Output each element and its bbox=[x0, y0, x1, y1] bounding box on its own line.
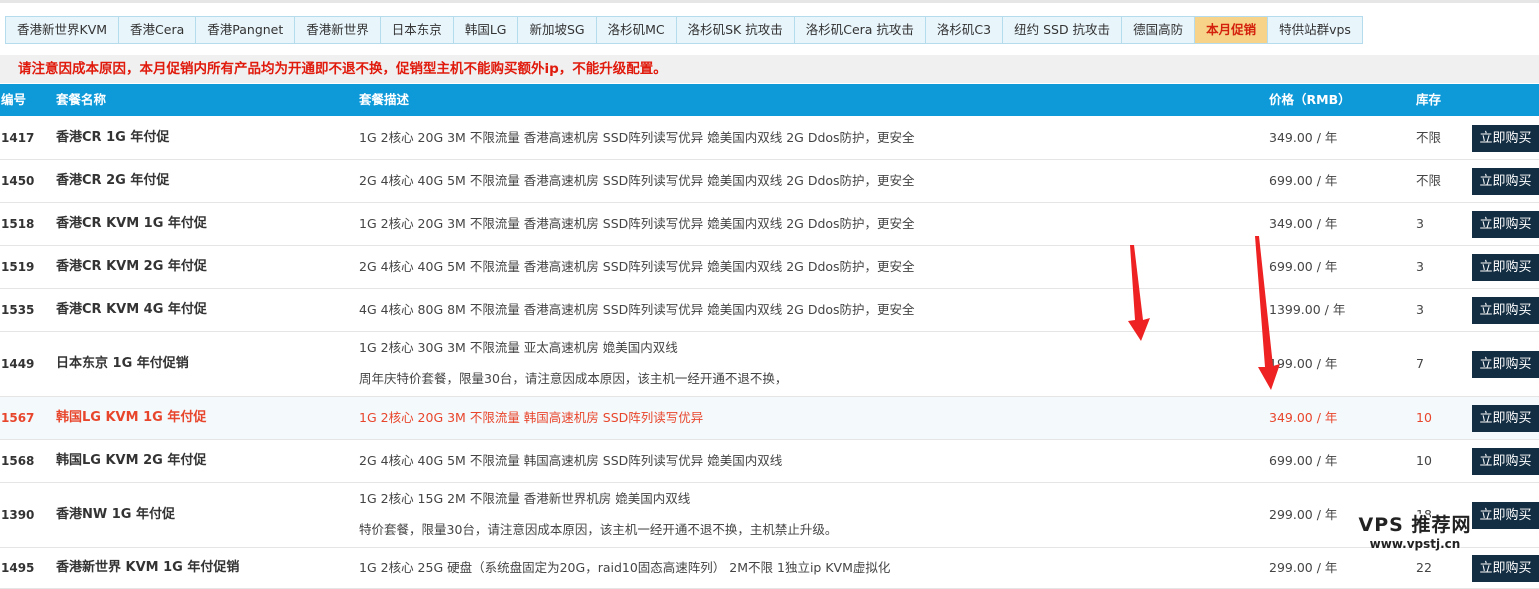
product-id: 1568 bbox=[1, 454, 35, 468]
product-name: 韩国LG KVM 1G 年付促 bbox=[56, 410, 207, 425]
product-name: 香港CR KVM 4G 年付促 bbox=[56, 302, 207, 317]
product-price: 199.00 / 年 bbox=[1269, 356, 1338, 371]
header-stock: 库存 bbox=[1416, 92, 1442, 107]
product-stock: 10 bbox=[1416, 453, 1432, 468]
tab-0[interactable]: 香港新世界KVM bbox=[5, 16, 120, 44]
product-id: 1449 bbox=[1, 357, 35, 371]
table-row: 1417 香港CR 1G 年付促 1G 2核心 20G 3M 不限流量 香港高速机房… bbox=[0, 117, 1539, 160]
product-price: 1399.00 / 年 bbox=[1269, 302, 1346, 317]
tab-1[interactable]: 香港Cera bbox=[119, 16, 197, 44]
scrollbar[interactable] bbox=[1522, 55, 1539, 83]
buy-now-button[interactable]: 立即购买 bbox=[1472, 168, 1539, 195]
table-row: 1567 韩国LG KVM 1G 年付促 1G 2核心 20G 3M 不限流量 韩国… bbox=[0, 397, 1539, 440]
product-stock: 3 bbox=[1416, 216, 1424, 231]
tab-10[interactable]: 洛杉矶C3 bbox=[925, 16, 1004, 44]
tab-14[interactable]: 特供站群vps bbox=[1268, 16, 1363, 44]
header-desc: 套餐描述 bbox=[359, 92, 410, 107]
tab-3[interactable]: 香港新世界 bbox=[295, 16, 381, 44]
tab-9[interactable]: 洛杉矶Cera 抗攻击 bbox=[794, 16, 926, 44]
product-price: 349.00 / 年 bbox=[1269, 410, 1338, 425]
tab-13[interactable]: 本月促销 bbox=[1195, 16, 1269, 44]
product-id: 1518 bbox=[1, 217, 35, 231]
product-desc: 1G 2核心 30G 3M 不限流量 亚太高速机房 嫓美国内双线 bbox=[359, 340, 678, 355]
tab-4[interactable]: 日本东京 bbox=[380, 16, 454, 44]
tab-5[interactable]: 韩国LG bbox=[453, 16, 519, 44]
product-desc-note: 周年庆特价套餐，限量30台，请注意因成本原因，该主机一经开通不退不换， bbox=[359, 371, 788, 386]
product-price: 699.00 / 年 bbox=[1269, 173, 1338, 188]
buy-now-button[interactable]: 立即购买 bbox=[1472, 351, 1539, 378]
buy-now-button[interactable]: 立即购买 bbox=[1472, 405, 1539, 432]
buy-now-button[interactable]: 立即购买 bbox=[1472, 211, 1539, 238]
table-row: 1535 香港CR KVM 4G 年付促 4G 4核心 80G 8M 不限流量 香港… bbox=[0, 289, 1539, 332]
product-price: 349.00 / 年 bbox=[1269, 216, 1338, 231]
header-name: 套餐名称 bbox=[56, 92, 107, 107]
product-desc: 1G 2核心 20G 3M 不限流量 韩国高速机房 SSD阵列读写优异 bbox=[359, 410, 704, 425]
product-desc: 1G 2核心 20G 3M 不限流量 香港高速机房 SSD阵列读写优异 嫓美国内… bbox=[359, 216, 915, 231]
table-row: 1519 香港CR KVM 2G 年付促 2G 4核心 40G 5M 不限流量 香港… bbox=[0, 246, 1539, 289]
header-id: 编号 bbox=[1, 92, 27, 107]
top-border bbox=[0, 0, 1539, 3]
product-desc: 1G 2核心 20G 3M 不限流量 香港高速机房 SSD阵列读写优异 嫓美国内… bbox=[359, 130, 915, 145]
buy-now-button[interactable]: 立即购买 bbox=[1472, 502, 1539, 529]
buy-now-button[interactable]: 立即购买 bbox=[1472, 297, 1539, 324]
product-desc: 1G 2核心 15G 2M 不限流量 香港新世界机房 嫓美国内双线 bbox=[359, 491, 691, 506]
product-price: 699.00 / 年 bbox=[1269, 259, 1338, 274]
buy-now-button[interactable]: 立即购买 bbox=[1472, 448, 1539, 475]
product-id: 1390 bbox=[1, 508, 35, 522]
product-name: 香港CR 1G 年付促 bbox=[56, 130, 170, 145]
product-desc: 4G 4核心 80G 8M 不限流量 香港高速机房 SSD阵列读写优异 嫓美国内… bbox=[359, 302, 915, 317]
table-header: 编号 套餐名称 套餐描述 价格（RMB） 库存 bbox=[0, 84, 1539, 116]
watermark: VPS 推荐网 www.vpstj.cn bbox=[1355, 514, 1475, 552]
product-stock: 7 bbox=[1416, 356, 1424, 371]
region-tabs: 香港新世界KVM 香港Cera 香港Pangnet 香港新世界 日本东京 韩国LG 新加坡S… bbox=[5, 16, 1363, 44]
product-price: 299.00 / 年 bbox=[1269, 507, 1338, 522]
buy-now-button[interactable]: 立即购买 bbox=[1472, 254, 1539, 281]
table-row: 1495 香港新世界 KVM 1G 年付促销 1G 2核心 25G 硬盘（系统盘固定… bbox=[0, 548, 1539, 589]
product-id: 1417 bbox=[1, 131, 35, 145]
product-stock: 3 bbox=[1416, 302, 1424, 317]
product-id: 1450 bbox=[1, 174, 35, 188]
product-name: 香港NW 1G 年付促 bbox=[56, 507, 175, 522]
product-name: 韩国LG KVM 2G 年付促 bbox=[56, 453, 207, 468]
product-name: 香港CR KVM 2G 年付促 bbox=[56, 259, 207, 274]
product-id: 1567 bbox=[1, 411, 35, 425]
tab-7[interactable]: 洛杉矶MC bbox=[596, 16, 677, 44]
table-row: 1518 香港CR KVM 1G 年付促 1G 2核心 20G 3M 不限流量 香港… bbox=[0, 203, 1539, 246]
table-row: 1390 香港NW 1G 年付促 1G 2核心 15G 2M 不限流量 香港新世界机… bbox=[0, 483, 1539, 548]
table-row: 1450 香港CR 2G 年付促 2G 4核心 40G 5M 不限流量 香港高速机房… bbox=[0, 160, 1539, 203]
product-name: 香港CR 2G 年付促 bbox=[56, 173, 170, 188]
product-desc: 2G 4核心 40G 5M 不限流量 香港高速机房 SSD阵列读写优异 嫓美国内… bbox=[359, 173, 915, 188]
tab-11[interactable]: 纽约 SSD 抗攻击 bbox=[1003, 16, 1123, 44]
tab-8[interactable]: 洛杉矶SK 抗攻击 bbox=[676, 16, 795, 44]
product-stock: 10 bbox=[1416, 410, 1432, 425]
product-id: 1519 bbox=[1, 260, 35, 274]
buy-now-button[interactable]: 立即购买 bbox=[1472, 125, 1539, 152]
tab-6[interactable]: 新加坡SG bbox=[518, 16, 597, 44]
promo-notice: 请注意因成本原因，本月促销内所有产品均为开通即不退不换，促销型主机不能购买额外i… bbox=[18, 61, 667, 77]
product-name: 香港CR KVM 1G 年付促 bbox=[56, 216, 207, 231]
product-desc: 2G 4核心 40G 5M 不限流量 韩国高速机房 SSD阵列读写优异 嫓美国内… bbox=[359, 453, 783, 468]
notice-bar: 请注意因成本原因，本月促销内所有产品均为开通即不退不换，促销型主机不能购买额外i… bbox=[0, 55, 1539, 83]
header-price: 价格（RMB） bbox=[1269, 92, 1351, 107]
buy-now-button[interactable]: 立即购买 bbox=[1472, 555, 1539, 582]
product-stock: 不限 bbox=[1416, 130, 1442, 145]
product-desc-note: 特价套餐，限量30台，请注意因成本原因，该主机一经开通不退不换，主机禁止升级。 bbox=[359, 522, 838, 537]
product-price: 699.00 / 年 bbox=[1269, 453, 1338, 468]
tab-12[interactable]: 德国高防 bbox=[1122, 16, 1196, 44]
table-row: 1449 日本东京 1G 年付促销 1G 2核心 30G 3M 不限流量 亚太高速机… bbox=[0, 332, 1539, 397]
tab-2[interactable]: 香港Pangnet bbox=[196, 16, 296, 44]
product-price: 349.00 / 年 bbox=[1269, 130, 1338, 145]
watermark-url: www.vpstj.cn bbox=[1369, 537, 1461, 551]
product-desc: 2G 4核心 40G 5M 不限流量 香港高速机房 SSD阵列读写优异 嫓美国内… bbox=[359, 259, 915, 274]
product-stock: 3 bbox=[1416, 259, 1424, 274]
table-row: 1568 韩国LG KVM 2G 年付促 2G 4核心 40G 5M 不限流量 韩国… bbox=[0, 440, 1539, 483]
product-name: 日本东京 1G 年付促销 bbox=[56, 356, 189, 371]
watermark-title: VPS 推荐网 bbox=[1358, 514, 1472, 536]
product-id: 1535 bbox=[1, 303, 35, 317]
product-stock: 不限 bbox=[1416, 173, 1442, 188]
